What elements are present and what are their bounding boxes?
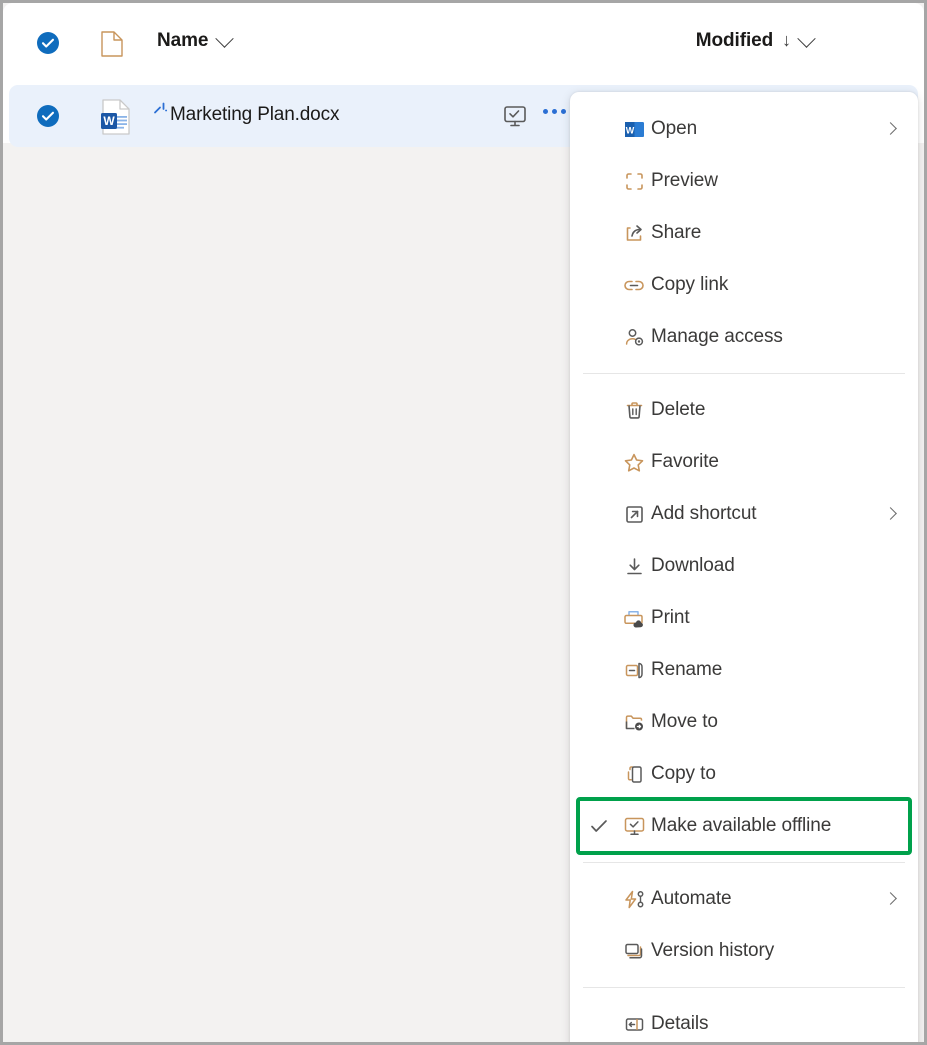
menu-item-version-history[interactable]: Version history bbox=[570, 925, 918, 977]
share-arrow-icon bbox=[617, 220, 651, 246]
menu-group-4: Details bbox=[570, 998, 918, 1042]
menu-item-add-shortcut[interactable]: Add shortcut bbox=[570, 488, 918, 540]
menu-item-move-to[interactable]: Move to bbox=[570, 696, 918, 748]
select-all-checkbox[interactable] bbox=[36, 31, 60, 55]
menu-item-label: Download bbox=[651, 555, 735, 576]
column-header-modified-label: Modified bbox=[695, 30, 774, 51]
chevron-down-icon[interactable] bbox=[215, 28, 235, 48]
menu-item-label: Share bbox=[651, 222, 702, 243]
file-list-header: Name Modified ↓ bbox=[3, 3, 924, 81]
person-gear-icon bbox=[617, 324, 651, 350]
menu-item-copy-link[interactable]: Copy link bbox=[570, 259, 918, 311]
row-select-checkbox[interactable] bbox=[36, 104, 60, 128]
menu-item-preview[interactable]: Preview bbox=[570, 155, 918, 207]
menu-separator bbox=[583, 373, 905, 374]
chevron-right-icon[interactable] bbox=[884, 892, 897, 905]
preview-frame-icon bbox=[617, 168, 651, 194]
column-header-name[interactable]: Name bbox=[157, 28, 235, 52]
folder-move-icon bbox=[617, 709, 651, 735]
context-menu: W Open Preview Share Copy link Manage ac… bbox=[570, 92, 918, 1042]
menu-item-label: Delete bbox=[651, 399, 706, 420]
menu-item-print[interactable]: Print bbox=[570, 592, 918, 644]
chevron-down-icon[interactable] bbox=[797, 28, 816, 48]
menu-item-label: Copy to bbox=[651, 763, 716, 784]
menu-item-label: Details bbox=[651, 1013, 709, 1034]
column-header-name-label: Name bbox=[157, 30, 209, 51]
menu-item-copy-to[interactable]: Copy to bbox=[570, 748, 918, 800]
row-overflow-ellipsis-icon[interactable] bbox=[543, 109, 566, 114]
menu-separator bbox=[583, 862, 905, 863]
automate-bolt-icon bbox=[617, 886, 651, 912]
screenshot-frame: Name Modified ↓ W Marketing Plan.docx W … bbox=[0, 0, 927, 1045]
trash-icon bbox=[617, 397, 651, 423]
menu-item-delete[interactable]: Delete bbox=[570, 384, 918, 436]
menu-group-3: Automate Version history bbox=[570, 873, 918, 977]
details-panel-icon bbox=[617, 1011, 651, 1037]
chevron-right-icon[interactable] bbox=[884, 122, 897, 135]
monitor-check-offline-icon[interactable] bbox=[501, 102, 529, 130]
copy-icon bbox=[617, 761, 651, 787]
sync-spark-icon bbox=[152, 101, 172, 119]
chevron-right-icon[interactable] bbox=[884, 507, 897, 520]
sort-descending-icon: ↓ bbox=[782, 29, 791, 50]
svg-text:W: W bbox=[625, 125, 634, 135]
svg-text:W: W bbox=[103, 114, 115, 128]
monitor-check-offline-icon bbox=[617, 813, 651, 839]
star-icon bbox=[617, 449, 651, 475]
document-icon bbox=[99, 30, 125, 58]
menu-item-label: Add shortcut bbox=[651, 503, 757, 524]
column-header-modified[interactable]: Modified ↓ bbox=[695, 28, 816, 52]
menu-item-label: Preview bbox=[651, 170, 718, 191]
menu-separator bbox=[583, 987, 905, 988]
menu-item-label: Manage access bbox=[651, 326, 783, 347]
menu-item-label: Move to bbox=[651, 711, 718, 732]
menu-item-download[interactable]: Download bbox=[570, 540, 918, 592]
shortcut-arrow-icon bbox=[617, 501, 651, 527]
rename-icon bbox=[617, 657, 651, 683]
menu-item-make-available-offline[interactable]: Make available offline bbox=[576, 797, 912, 855]
menu-item-label: Favorite bbox=[651, 451, 719, 472]
menu-item-automate[interactable]: Automate bbox=[570, 873, 918, 925]
word-app-icon: W bbox=[617, 116, 651, 142]
menu-item-rename[interactable]: Rename bbox=[570, 644, 918, 696]
menu-item-label: Print bbox=[651, 607, 690, 628]
menu-item-label: Version history bbox=[651, 940, 775, 961]
word-document-icon: W bbox=[97, 98, 135, 136]
menu-group-1: W Open Preview Share Copy link Manage ac… bbox=[570, 103, 918, 363]
menu-group-2: Delete Favorite Add shortcut Download Pr… bbox=[570, 384, 918, 855]
menu-item-favorite[interactable]: Favorite bbox=[570, 436, 918, 488]
menu-item-label: Make available offline bbox=[651, 815, 832, 836]
checkmark-icon bbox=[589, 818, 617, 834]
download-icon bbox=[617, 553, 651, 579]
menu-item-manage-access[interactable]: Manage access bbox=[570, 311, 918, 363]
menu-item-label: Rename bbox=[651, 659, 723, 680]
menu-item-share[interactable]: Share bbox=[570, 207, 918, 259]
printer-cloud-icon bbox=[617, 605, 651, 631]
version-history-icon bbox=[617, 938, 651, 964]
file-name-label[interactable]: Marketing Plan.docx bbox=[170, 104, 339, 126]
menu-item-details[interactable]: Details bbox=[570, 998, 918, 1042]
menu-item-label: Open bbox=[651, 118, 698, 139]
menu-item-label: Automate bbox=[651, 888, 732, 909]
menu-item-label: Copy link bbox=[651, 274, 729, 295]
menu-item-open[interactable]: W Open bbox=[570, 103, 918, 155]
link-icon bbox=[617, 272, 651, 298]
